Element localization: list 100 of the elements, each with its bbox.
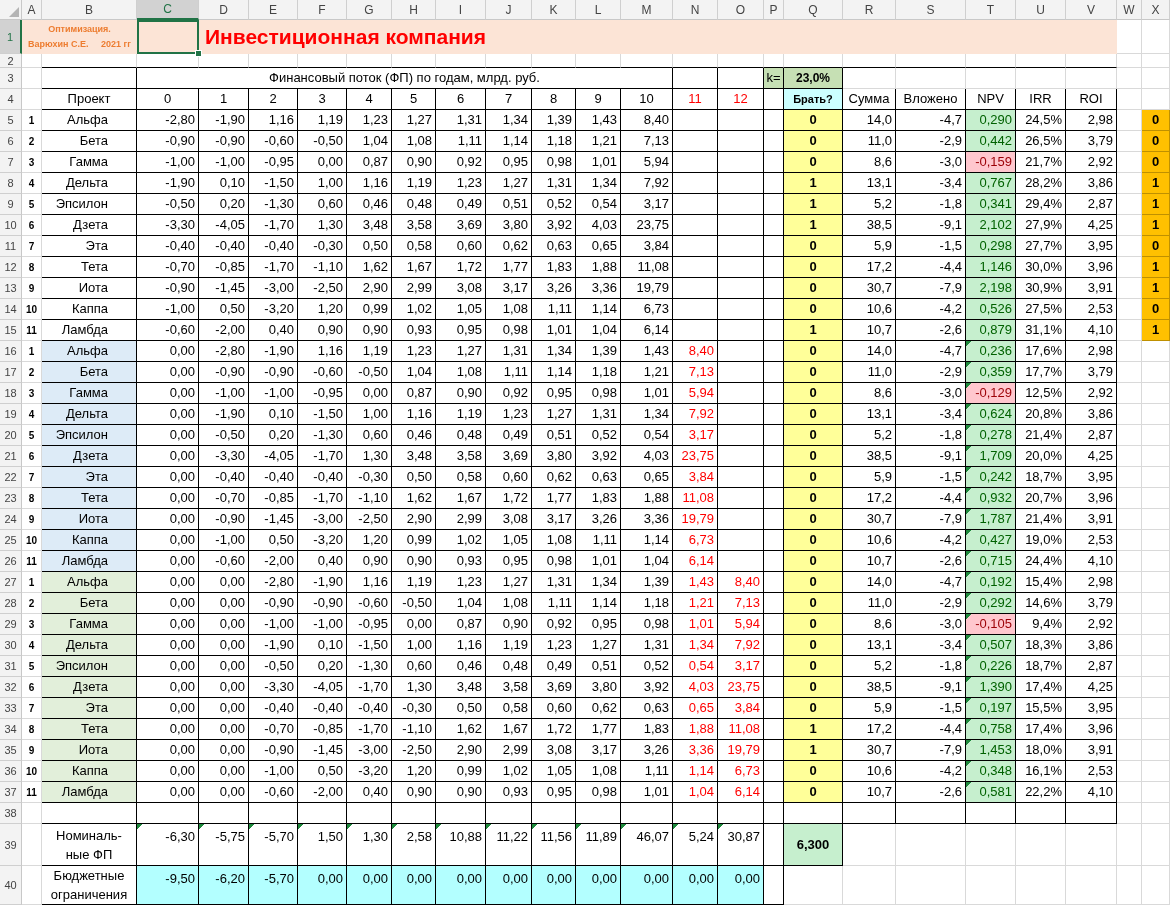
row-header[interactable]: 33 — [0, 698, 22, 719]
row-header[interactable]: 34 — [0, 719, 22, 740]
column-header[interactable]: Q — [784, 0, 843, 20]
flow-value-cell: -3,00 — [347, 740, 392, 761]
column-header[interactable]: F — [298, 0, 347, 20]
flow-value-cell: 1,04 — [347, 131, 392, 152]
column-header[interactable]: D — [199, 0, 249, 20]
column-header[interactable]: X — [1142, 0, 1170, 20]
row-header[interactable]: 12 — [0, 257, 22, 278]
row-header[interactable]: 23 — [0, 488, 22, 509]
column-header[interactable]: J — [486, 0, 532, 20]
column-header[interactable]: V — [1066, 0, 1117, 20]
roi-value-cell: 2,92 — [1066, 614, 1117, 635]
irr-value-cell: 14,6% — [1016, 593, 1066, 614]
row-header[interactable]: 22 — [0, 467, 22, 488]
flow-value-cell: 1,39 — [621, 572, 673, 593]
column-header[interactable]: A — [22, 0, 42, 20]
empty-cell — [22, 68, 42, 89]
flow-value-cell: 1,08 — [486, 593, 532, 614]
row-header[interactable]: 11 — [0, 236, 22, 257]
sum-value-cell: 14,0 — [843, 341, 896, 362]
row-header[interactable]: 21 — [0, 446, 22, 467]
flow-value-cell: 0,00 — [137, 593, 199, 614]
row-header[interactable]: 36 — [0, 761, 22, 782]
flow-value-cell: 0,49 — [436, 194, 486, 215]
flow-value-cell: 0,52 — [621, 656, 673, 677]
row-header[interactable]: 40 — [0, 866, 22, 905]
column-header[interactable]: O — [718, 0, 764, 20]
row-header[interactable]: 18 — [0, 383, 22, 404]
project-name-cell: Иота — [42, 740, 137, 761]
row-header[interactable]: 26 — [0, 551, 22, 572]
row-header[interactable]: 39 — [0, 824, 22, 866]
column-header[interactable]: E — [249, 0, 298, 20]
roi-value-cell: 3,95 — [1066, 698, 1117, 719]
column-header[interactable]: W — [1117, 0, 1142, 20]
row-header[interactable]: 37 — [0, 782, 22, 803]
row-header[interactable]: 10 — [0, 215, 22, 236]
flow-value-cell: 0,00 — [199, 635, 249, 656]
row-header[interactable]: 35 — [0, 740, 22, 761]
column-header[interactable]: K — [532, 0, 576, 20]
row-header[interactable]: 9 — [0, 194, 22, 215]
flow-value-cell: 0,00 — [137, 635, 199, 656]
column-header[interactable]: N — [673, 0, 718, 20]
column-header[interactable]: M — [621, 0, 673, 20]
fill-handle[interactable] — [195, 50, 202, 57]
row-header[interactable]: 3 — [0, 68, 22, 89]
column-header[interactable]: H — [392, 0, 436, 20]
summary-value-cell: 0,00 — [718, 866, 764, 905]
flow-value-cell: 1,08 — [392, 131, 436, 152]
row-header[interactable]: 2 — [0, 54, 22, 68]
column-header[interactable]: B — [42, 0, 137, 20]
flow-value-cell: -3,30 — [249, 677, 298, 698]
row-header[interactable]: 27 — [0, 572, 22, 593]
row-header[interactable]: 13 — [0, 278, 22, 299]
empty-cell — [673, 320, 718, 341]
row-header[interactable]: 28 — [0, 593, 22, 614]
flow-value-cell: 0,90 — [347, 320, 392, 341]
column-header[interactable]: S — [896, 0, 966, 20]
take-value-cell: 1 — [784, 740, 843, 761]
empty-cell — [673, 54, 718, 68]
discount-rate-cell: 23,0% — [784, 68, 843, 89]
column-header[interactable]: C — [137, 0, 199, 20]
row-header[interactable]: 38 — [0, 803, 22, 824]
empty-cell — [843, 803, 896, 824]
column-header[interactable]: L — [576, 0, 621, 20]
row-header[interactable]: 14 — [0, 299, 22, 320]
column-header[interactable]: R — [843, 0, 896, 20]
row-header[interactable]: 1 — [0, 20, 22, 54]
row-header[interactable]: 15 — [0, 320, 22, 341]
row-header[interactable]: 30 — [0, 635, 22, 656]
flow-value-cell: 0,00 — [137, 341, 199, 362]
flow-value-cell: 6,14 — [718, 782, 764, 803]
row-header[interactable]: 17 — [0, 362, 22, 383]
row-header[interactable]: 32 — [0, 677, 22, 698]
row-header[interactable]: 4 — [0, 89, 22, 110]
year-heading-cell: 5 — [392, 89, 436, 110]
sum-value-cell: 10,7 — [843, 782, 896, 803]
row-header[interactable]: 25 — [0, 530, 22, 551]
row-header[interactable]: 24 — [0, 509, 22, 530]
row-header[interactable]: 19 — [0, 404, 22, 425]
column-header[interactable]: U — [1016, 0, 1066, 20]
column-header[interactable]: P — [764, 0, 784, 20]
row-header[interactable]: 29 — [0, 614, 22, 635]
flow-value-cell: 0,20 — [298, 656, 347, 677]
column-header[interactable]: T — [966, 0, 1016, 20]
row-header[interactable]: 20 — [0, 425, 22, 446]
row-header[interactable]: 5 — [0, 110, 22, 131]
flow-value-cell: 1,23 — [436, 173, 486, 194]
npv-value-cell: 0,348 — [966, 761, 1016, 782]
column-header[interactable]: G — [347, 0, 392, 20]
row-header[interactable]: 8 — [0, 173, 22, 194]
project-name-cell: Альфа — [42, 572, 137, 593]
row-header[interactable]: 31 — [0, 656, 22, 677]
row-header[interactable]: 6 — [0, 131, 22, 152]
flow-value-cell: 1,34 — [486, 110, 532, 131]
empty-cell — [22, 866, 42, 905]
row-header[interactable]: 7 — [0, 152, 22, 173]
row-header[interactable]: 16 — [0, 341, 22, 362]
npv-value-cell: 0,298 — [966, 236, 1016, 257]
column-header[interactable]: I — [436, 0, 486, 20]
